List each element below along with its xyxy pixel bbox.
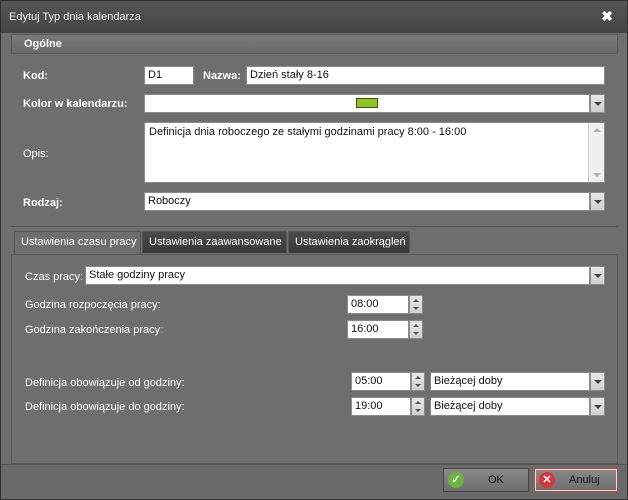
code-label: Kod:: [23, 70, 49, 82]
scroll-up-icon[interactable]: [593, 128, 601, 132]
valid-from-stepper[interactable]: [411, 372, 425, 391]
start-time-field[interactable]: 08:00: [347, 295, 409, 314]
scroll-down-icon[interactable]: [593, 173, 601, 177]
description-scrollbar[interactable]: [588, 123, 604, 182]
valid-to-field[interactable]: 19:00: [351, 397, 411, 416]
tab-rounding[interactable]: Ustawienia zaokrągleń: [288, 231, 410, 253]
end-time-field[interactable]: 16:00: [347, 320, 409, 339]
dialog-window: Edytuj Typ dnia kalendarza ✖ Ogólne Kod:…: [0, 0, 628, 500]
general-section-header: Ogólne: [11, 34, 618, 54]
check-icon: ✓: [448, 472, 464, 488]
valid-from-field[interactable]: 05:00: [351, 372, 411, 391]
end-time-label: Godzina zakończenia pracy:: [25, 324, 164, 336]
cancel-button[interactable]: ✕ Anuluj: [534, 468, 618, 492]
section-title: Ogólne: [24, 38, 62, 50]
valid-from-label: Definicja obowiązuje od godziny:: [25, 377, 185, 389]
description-field[interactable]: Definicja dnia roboczego ze stałymi godz…: [144, 122, 605, 183]
name-field[interactable]: Dzień stały 8-16: [246, 66, 605, 85]
chevron-down-icon[interactable]: [590, 192, 605, 211]
title-bar[interactable]: Edytuj Typ dnia kalendarza ✖: [1, 1, 627, 33]
work-mode-select[interactable]: Stałe godziny pracy: [85, 266, 590, 285]
valid-from-day-select[interactable]: Bieżącej doby: [430, 372, 590, 391]
tab-advanced[interactable]: Ustawienia zaawansowane: [142, 231, 287, 253]
code-field[interactable]: D1: [144, 66, 194, 85]
chevron-down-icon[interactable]: [590, 94, 605, 113]
tab-panel: [11, 254, 618, 464]
start-time-stepper[interactable]: [409, 295, 423, 314]
valid-to-stepper[interactable]: [411, 397, 425, 416]
description-text: Definicja dnia roboczego ze stałymi godz…: [149, 126, 467, 138]
color-label: Kolor w kalendarzu:: [23, 98, 128, 110]
chevron-down-icon[interactable]: [590, 372, 605, 391]
valid-to-label: Definicja obowiązuje do godziny:: [25, 401, 185, 413]
color-swatch: [356, 98, 378, 108]
start-time-label: Godzina rozpoczęcia pracy:: [25, 299, 161, 311]
kind-label: Rodzaj:: [23, 197, 63, 209]
ok-button[interactable]: ✓ OK: [443, 468, 529, 492]
window-title: Edytuj Typ dnia kalendarza: [9, 11, 141, 23]
name-label: Nazwa:: [203, 70, 241, 82]
divider: [11, 226, 618, 227]
ok-button-label: OK: [488, 474, 504, 486]
work-mode-label: Czas pracy:: [25, 271, 84, 283]
description-label: Opis:: [23, 148, 49, 160]
close-icon[interactable]: ✖: [601, 8, 613, 25]
chevron-down-icon[interactable]: [590, 266, 605, 285]
cancel-icon: ✕: [539, 472, 555, 488]
kind-select[interactable]: Roboczy: [144, 192, 590, 211]
cancel-button-label: Anuluj: [569, 474, 600, 486]
tab-work-time[interactable]: Ustawienia czasu pracy: [14, 231, 141, 255]
end-time-stepper[interactable]: [409, 320, 423, 339]
chevron-down-icon[interactable]: [590, 397, 605, 416]
valid-to-day-select[interactable]: Bieżącej doby: [430, 397, 590, 416]
